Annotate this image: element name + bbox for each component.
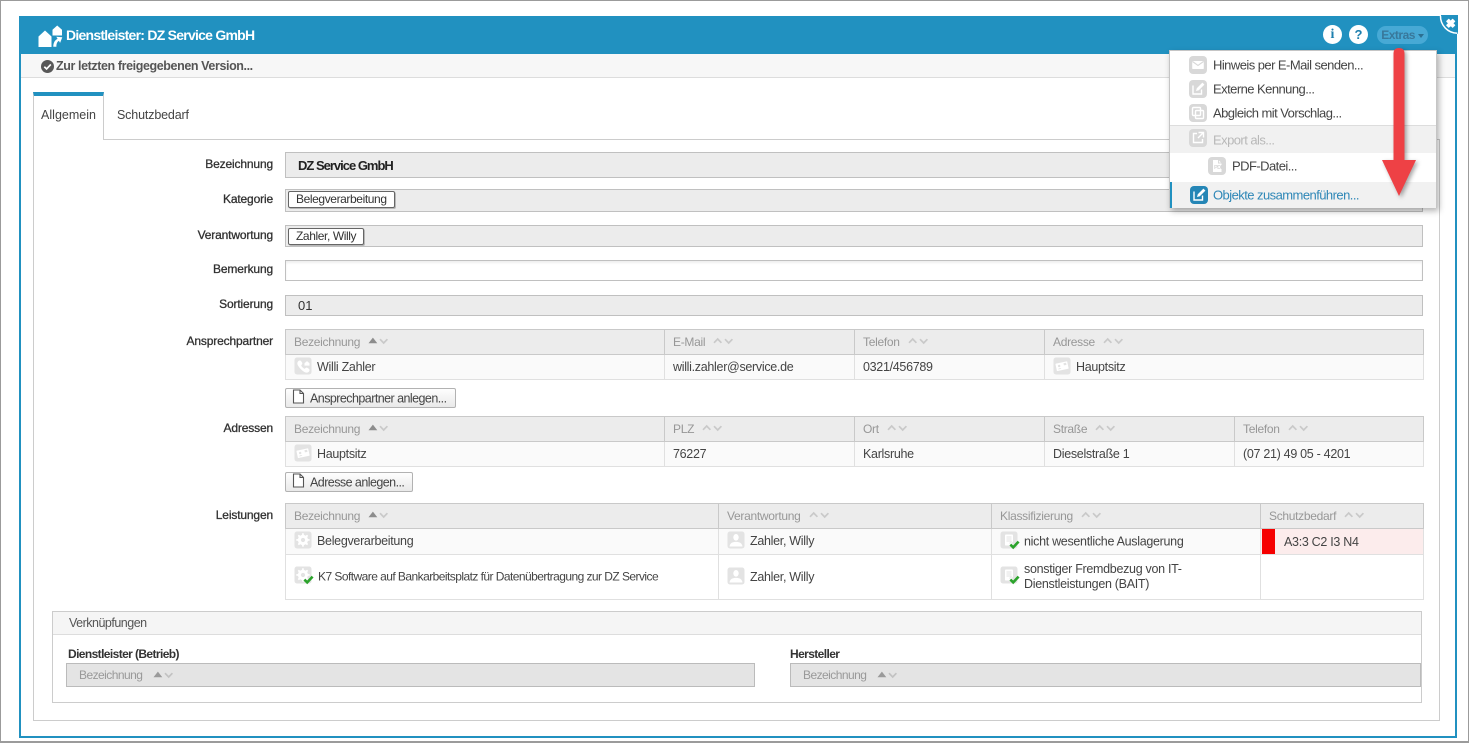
svg-text:PDF: PDF xyxy=(1214,165,1225,171)
